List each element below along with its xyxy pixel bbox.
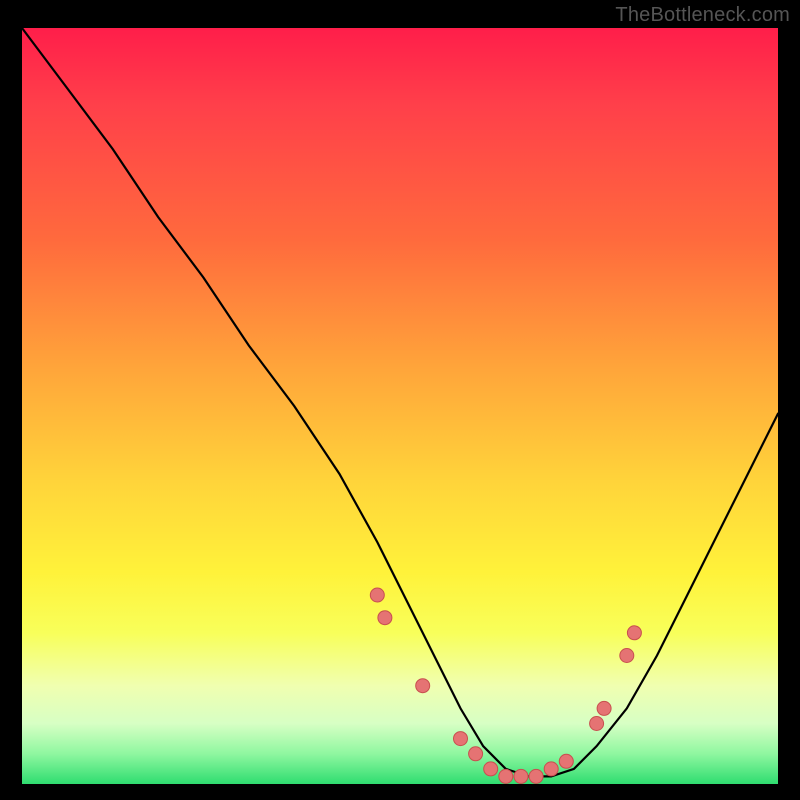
curve-layer <box>22 28 778 784</box>
threshold-dot <box>454 732 468 746</box>
threshold-dot <box>484 762 498 776</box>
threshold-dot <box>559 754 573 768</box>
chart-frame: TheBottleneck.com <box>0 0 800 800</box>
threshold-dot <box>627 626 641 640</box>
threshold-dot <box>590 717 604 731</box>
bottleneck-curve <box>22 28 778 776</box>
threshold-dot <box>416 679 430 693</box>
threshold-dot <box>469 747 483 761</box>
threshold-dot <box>529 769 543 783</box>
threshold-dot <box>620 649 634 663</box>
threshold-dot <box>514 769 528 783</box>
plot-outer <box>22 28 778 784</box>
threshold-dot <box>370 588 384 602</box>
threshold-dot <box>499 769 513 783</box>
threshold-dot <box>544 762 558 776</box>
threshold-dot <box>597 701 611 715</box>
threshold-markers <box>370 588 641 783</box>
threshold-dot <box>378 611 392 625</box>
watermark-text: TheBottleneck.com <box>615 4 790 27</box>
